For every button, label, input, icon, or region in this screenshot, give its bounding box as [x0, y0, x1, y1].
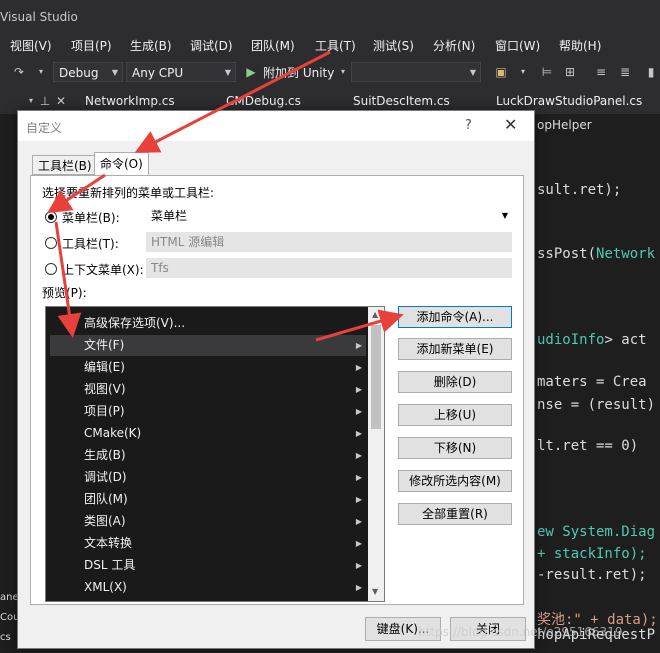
arrow-to-add-command [315, 309, 404, 342]
arrow-to-file-item [54, 221, 82, 338]
arrow-to-menubar-radio [46, 173, 106, 214]
annotation-arrows [46, 50, 404, 342]
watermark: https://blog.csdn.net/e295166319 [418, 625, 623, 639]
arrow-to-commands-tab [134, 50, 331, 153]
